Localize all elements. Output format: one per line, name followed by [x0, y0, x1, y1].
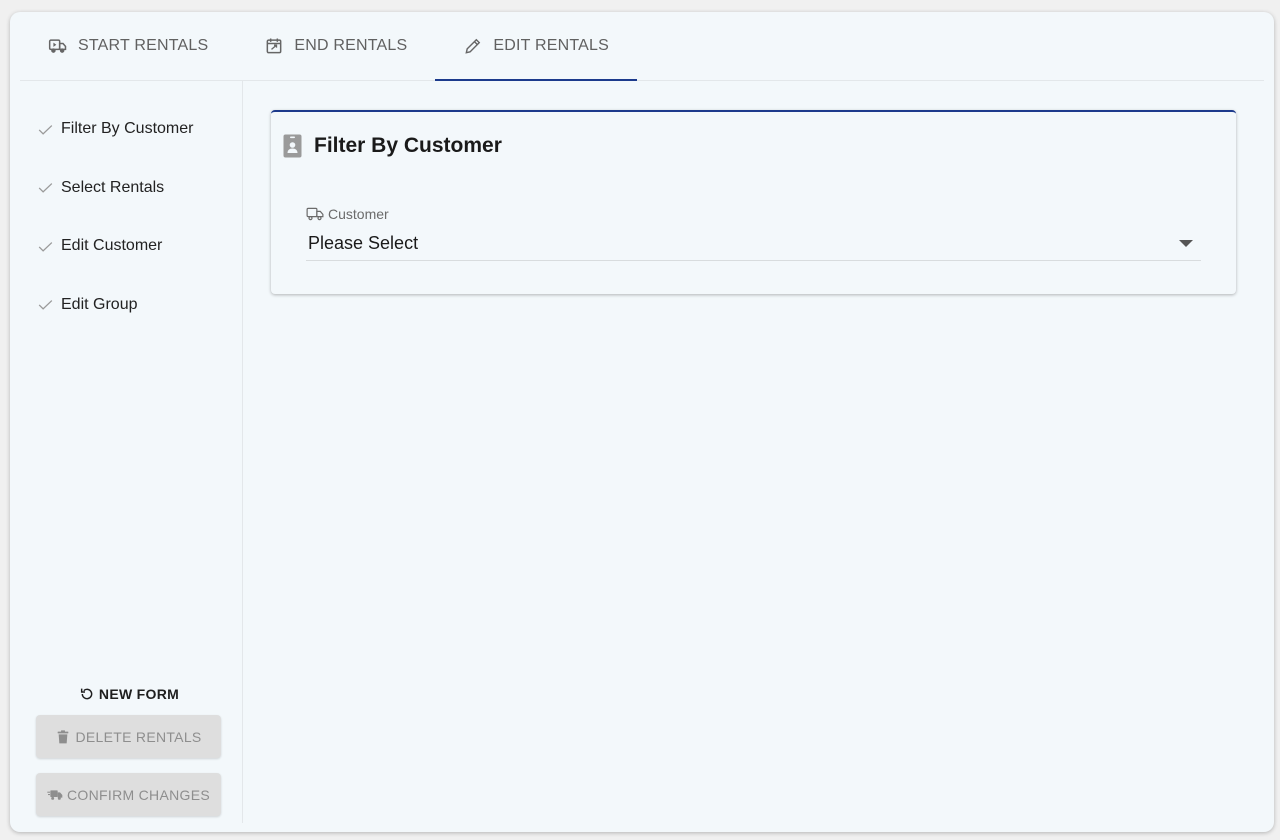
- confirm-changes-label: CONFIRM CHANGES: [67, 786, 210, 803]
- new-form-label: NEW FORM: [98, 686, 180, 702]
- confirm-changes-button[interactable]: CONFIRM CHANGES: [36, 773, 221, 816]
- tab-bar: START RENTALS END RENTALS EDIT RENTALS: [20, 12, 1264, 81]
- truck-icon: [306, 207, 324, 221]
- truck-play-icon: [48, 39, 67, 53]
- check-icon: [38, 300, 53, 310]
- step-label: Edit Customer: [61, 237, 163, 254]
- step-filter-by-customer[interactable]: Filter By Customer: [36, 117, 193, 141]
- new-form-button[interactable]: NEW FORM: [36, 676, 222, 712]
- customer-field-label: Customer: [306, 206, 1201, 222]
- check-icon: [38, 241, 53, 252]
- tab-start-rentals[interactable]: START RENTALS: [20, 12, 236, 80]
- badge-icon: [283, 134, 302, 158]
- filter-card: Filter By Customer Customer Please Selec…: [271, 110, 1236, 294]
- customer-select[interactable]: Please Select: [306, 227, 1201, 261]
- tab-edit-rentals[interactable]: EDIT RENTALS: [435, 12, 637, 81]
- card-header: Filter By Customer: [283, 134, 502, 158]
- tab-start-rentals-label: START RENTALS: [78, 37, 209, 54]
- step-label: Edit Group: [61, 295, 138, 313]
- check-icon: [38, 183, 53, 193]
- check-icon: [38, 124, 53, 135]
- step-edit-customer[interactable]: Edit Customer: [36, 234, 193, 258]
- tab-end-rentals-label: END RENTALS: [294, 37, 408, 54]
- dropdown-caret-icon: [1179, 240, 1193, 247]
- card-title: Filter By Customer: [314, 134, 502, 157]
- step-edit-group[interactable]: Edit Group: [36, 293, 193, 317]
- trash-icon: [58, 729, 69, 743]
- delete-rentals-button[interactable]: DELETE RENTALS: [36, 715, 221, 758]
- calendar-check-icon: [266, 38, 282, 54]
- tab-edit-rentals-label: EDIT RENTALS: [493, 37, 610, 54]
- step-list: Filter By Customer Select Rentals Edit C…: [36, 117, 193, 351]
- customer-label-text: Customer: [328, 206, 389, 222]
- app-window: START RENTALS END RENTALS EDIT RENTALS F…: [10, 12, 1274, 832]
- step-label: Select Rentals: [61, 178, 165, 196]
- reset-icon: [80, 688, 93, 700]
- sidebar: Filter By Customer Select Rentals Edit C…: [20, 81, 243, 823]
- truck-fast-icon: [47, 789, 63, 800]
- pencil-icon: [465, 38, 481, 54]
- delete-rentals-label: DELETE RENTALS: [75, 728, 202, 745]
- step-select-rentals[interactable]: Select Rentals: [36, 176, 193, 200]
- customer-select-value: Please Select: [308, 233, 419, 253]
- step-label: Filter By Customer: [61, 120, 194, 137]
- tab-end-rentals[interactable]: END RENTALS: [236, 12, 435, 80]
- customer-field: Customer Please Select: [306, 206, 1201, 261]
